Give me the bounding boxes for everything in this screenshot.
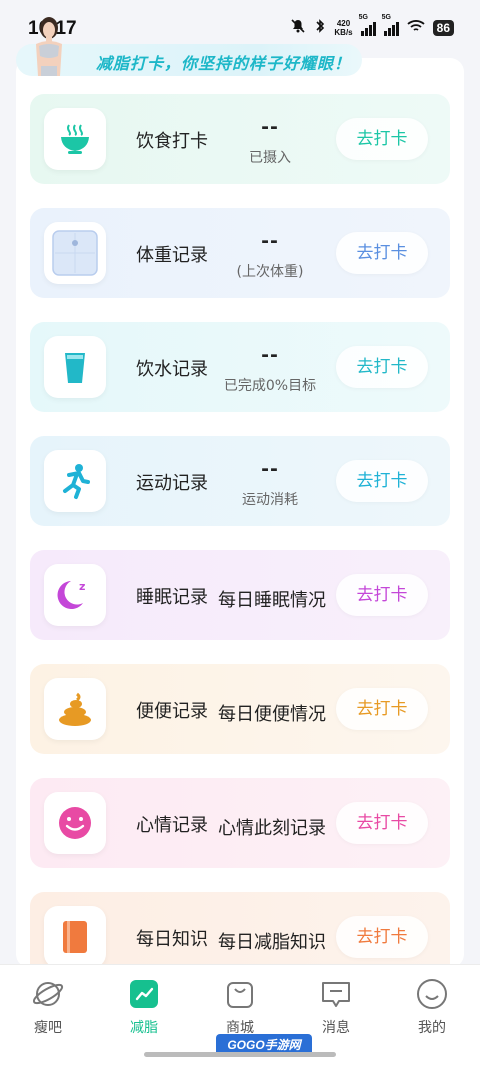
card-value: --: [261, 344, 279, 366]
nav-item-xiaoxi[interactable]: 消息: [296, 977, 376, 1037]
nav-label: 我的: [418, 1020, 446, 1036]
card-description: 每日减脂知识: [218, 932, 326, 953]
card-title: 心情记录: [136, 815, 208, 836]
nav-item-shangcheng[interactable]: 商城: [200, 977, 280, 1037]
card-title: 睡眠记录: [136, 587, 208, 608]
checkin-button[interactable]: 去打卡: [336, 346, 428, 388]
checkin-button[interactable]: 去打卡: [336, 118, 428, 160]
card-subtext: 已摄入: [249, 150, 291, 166]
checkin-card[interactable]: 饮食打卡 -- 已摄入 去打卡: [30, 94, 450, 184]
scale-icon: [44, 222, 106, 284]
checkin-card[interactable]: 运动记录 -- 运动消耗 去打卡: [30, 436, 450, 526]
banner-text: 减脂打卡，你坚持的样子好耀眼！: [96, 54, 352, 73]
signal-tag: 5G: [358, 13, 368, 21]
checkin-card[interactable]: 心情记录 心情此刻记录 去打卡: [30, 778, 450, 868]
card-title: 便便记录: [136, 701, 208, 722]
chart-icon: [130, 980, 158, 1008]
card-title: 饮食打卡: [136, 131, 208, 152]
poop-icon: [44, 678, 106, 740]
running-icon: [44, 450, 106, 512]
card-value: --: [261, 230, 279, 252]
card-title: 每日知识: [136, 929, 208, 950]
nav-item-shouba[interactable]: 瘦吧: [8, 977, 88, 1037]
signal-icon-2: 5G: [382, 14, 399, 36]
card-description: 每日便便情况: [218, 704, 326, 725]
net-speed-unit: KB/s: [334, 27, 353, 37]
checkin-card[interactable]: 饮水记录 -- 已完成0%目标 去打卡: [30, 322, 450, 412]
home-indicator[interactable]: [144, 1052, 336, 1057]
card-title: 运动记录: [136, 473, 208, 494]
net-speed: 420 KB/s: [334, 19, 352, 37]
checkin-card[interactable]: 便便记录 每日便便情况 去打卡: [30, 664, 450, 754]
card-subtext: 已完成0%目标: [223, 378, 317, 394]
svg-text:z: z: [79, 580, 85, 593]
card-value: --: [261, 458, 279, 480]
water-cup-icon: [44, 336, 106, 398]
signal-icon: 5G: [359, 14, 376, 36]
checkin-card[interactable]: 体重记录 -- (上次体重) 去打卡: [30, 208, 450, 298]
checkin-card[interactable]: z 睡眠记录 每日睡眠情况 去打卡: [30, 550, 450, 640]
wifi-icon: [407, 19, 425, 36]
shopping-bag-icon: [227, 982, 253, 1008]
mute-icon: [290, 18, 306, 37]
checkin-button[interactable]: 去打卡: [336, 688, 428, 730]
card-title: 体重记录: [136, 245, 208, 266]
nav-label: 瘦吧: [34, 1020, 62, 1036]
card-subtext: 运动消耗: [242, 492, 298, 508]
smile-icon: [44, 792, 106, 854]
net-speed-value: 420: [336, 18, 351, 28]
profile-smile-icon: [417, 979, 447, 1009]
planet-icon: [32, 982, 64, 1006]
bowl-icon: [44, 108, 106, 170]
checkin-button[interactable]: 去打卡: [336, 460, 428, 502]
message-icon: [322, 982, 350, 1007]
card-title: 饮水记录: [136, 359, 208, 380]
status-icons: 420 KB/s 5G 5G 86: [290, 14, 454, 37]
checkin-button[interactable]: 去打卡: [336, 802, 428, 844]
bluetooth-icon: [314, 18, 326, 37]
card-subtext: (上次体重): [236, 264, 304, 280]
card-description: 每日睡眠情况: [218, 590, 326, 611]
checkin-button[interactable]: 去打卡: [336, 916, 428, 958]
nav-item-wode[interactable]: 我的: [392, 977, 472, 1037]
book-icon: [44, 906, 106, 968]
card-value: --: [261, 116, 279, 138]
checkin-button[interactable]: 去打卡: [336, 574, 428, 616]
checkin-button[interactable]: 去打卡: [336, 232, 428, 274]
nav-item-jianzhi[interactable]: 减脂: [104, 977, 184, 1037]
moon-icon: z: [44, 564, 106, 626]
signal-tag-2: 5G: [381, 13, 391, 21]
card-description: 心情此刻记录: [218, 818, 326, 839]
battery-indicator: 86: [432, 19, 454, 36]
nav-label: 减脂: [130, 1020, 158, 1036]
avatar-illustration: [24, 14, 74, 76]
